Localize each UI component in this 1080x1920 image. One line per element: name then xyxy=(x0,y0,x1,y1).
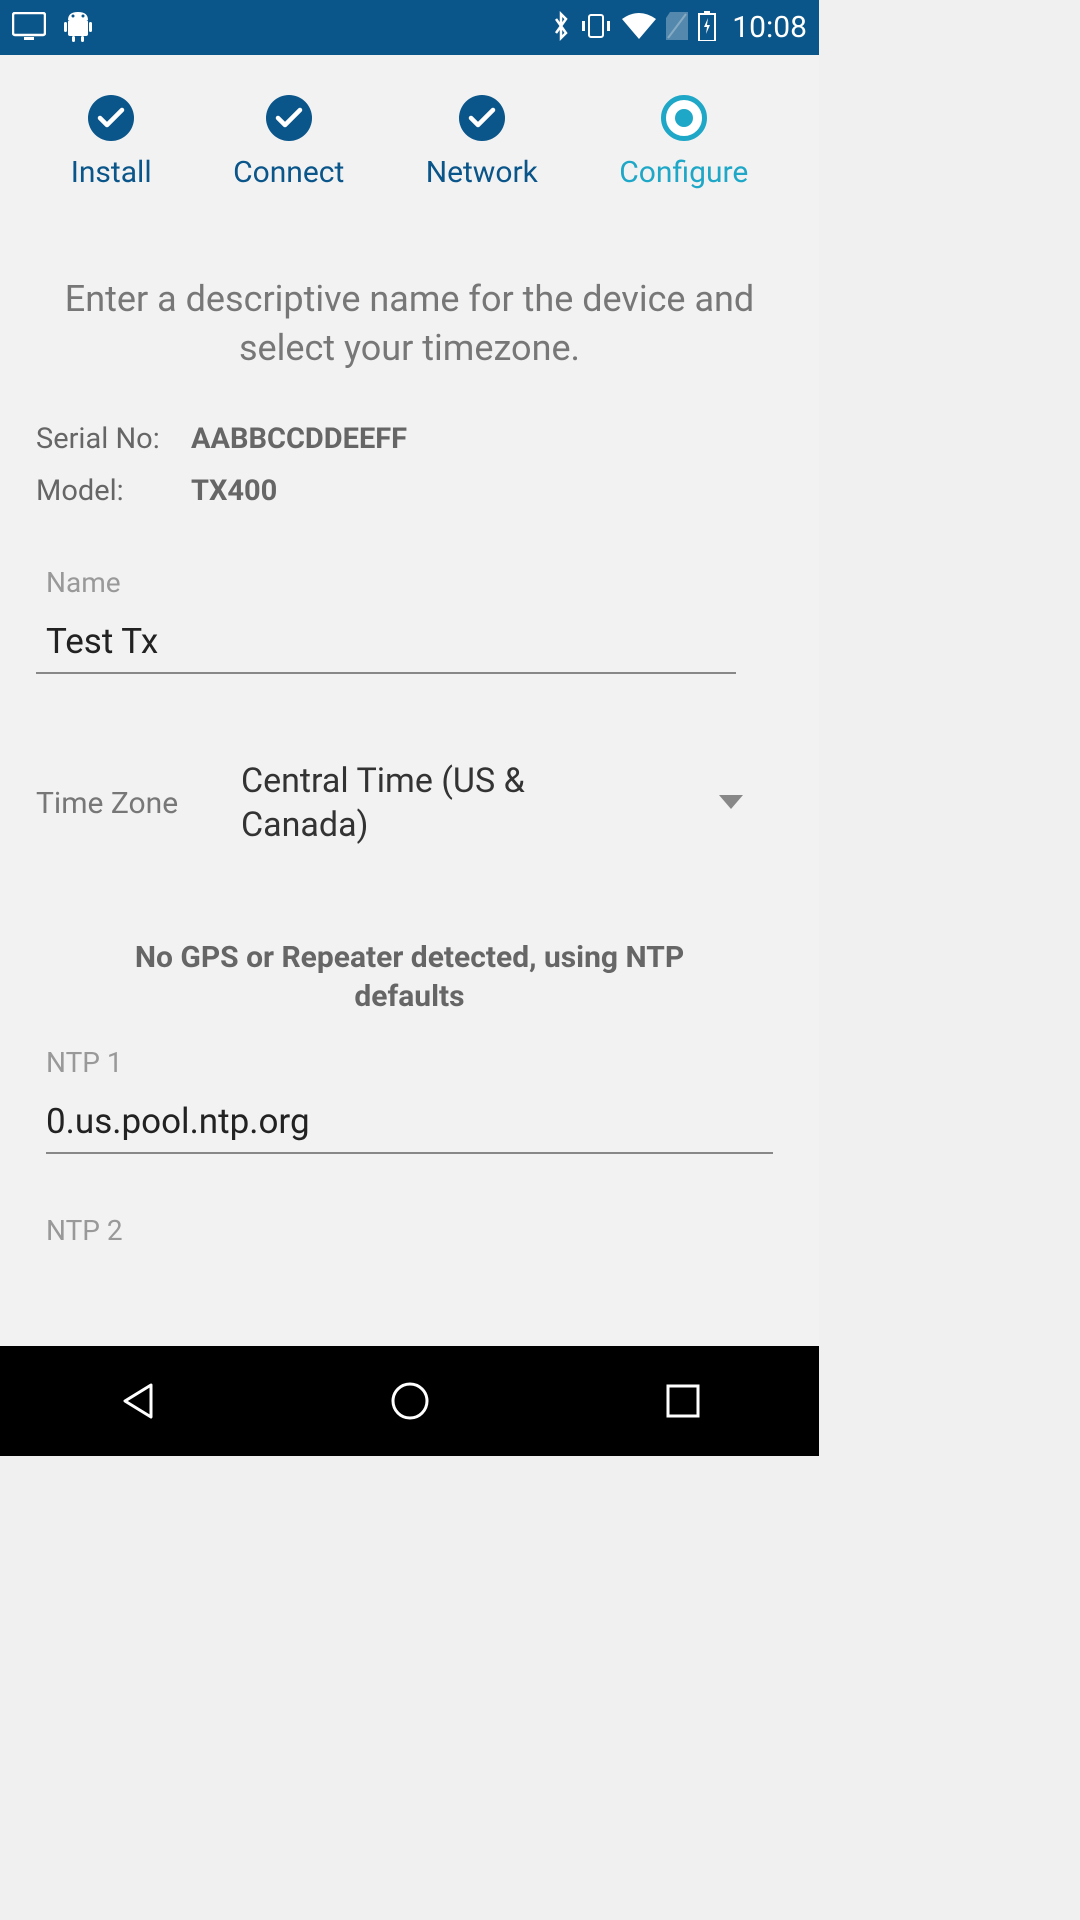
wifi-icon xyxy=(622,13,656,43)
vibrate-icon xyxy=(580,13,612,43)
ntp1-input[interactable] xyxy=(46,1095,773,1154)
back-button[interactable] xyxy=(113,1377,161,1425)
timezone-label: Time Zone xyxy=(36,786,241,821)
check-icon xyxy=(266,95,312,141)
timezone-value: Central Time (US & Canada) xyxy=(241,759,581,847)
model-row: Model: TX400 xyxy=(36,474,783,508)
name-field-section: Name xyxy=(0,526,819,674)
ntp1-field: NTP 1 xyxy=(46,1046,773,1154)
timezone-select[interactable]: Central Time (US & Canada) xyxy=(241,759,783,847)
sim-icon xyxy=(666,12,688,44)
serial-value: AABBCCDDEEFF xyxy=(191,422,407,456)
android-icon xyxy=(64,10,92,46)
ntp2-field: NTP 2 xyxy=(46,1214,773,1247)
check-icon xyxy=(459,95,505,141)
name-label: Name xyxy=(36,566,783,599)
home-button[interactable] xyxy=(386,1377,434,1425)
content-area: Install Connect Network Configure Enter … xyxy=(0,55,819,1346)
step-install[interactable]: Install xyxy=(71,95,152,190)
navigation-bar xyxy=(0,1346,819,1456)
step-label: Connect xyxy=(233,155,344,190)
ntp-notice: No GPS or Repeater detected, using NTP d… xyxy=(0,848,819,1046)
check-icon xyxy=(88,95,134,141)
recent-apps-button[interactable] xyxy=(659,1377,707,1425)
ntp2-label: NTP 2 xyxy=(46,1214,773,1247)
battery-icon xyxy=(698,11,716,45)
step-connect[interactable]: Connect xyxy=(233,95,344,190)
step-label: Network xyxy=(426,155,538,190)
serial-label: Serial No: xyxy=(36,422,191,456)
step-network[interactable]: Network xyxy=(426,95,538,190)
status-bar: 10:08 xyxy=(0,0,819,55)
step-label: Install xyxy=(71,155,152,190)
ntp-section: NTP 1 NTP 2 xyxy=(0,1046,819,1307)
name-input[interactable] xyxy=(36,615,736,674)
step-configure[interactable]: Configure xyxy=(619,95,748,190)
model-value: TX400 xyxy=(191,474,277,508)
model-label: Model: xyxy=(36,474,191,508)
step-label: Configure xyxy=(619,155,748,190)
chevron-down-icon xyxy=(719,794,743,813)
instruction-text: Enter a descriptive name for the device … xyxy=(0,220,819,422)
bluetooth-icon xyxy=(552,11,570,45)
device-info: Serial No: AABBCCDDEEFF Model: TX400 xyxy=(0,422,819,526)
cast-icon xyxy=(12,12,46,44)
setup-stepper: Install Connect Network Configure xyxy=(0,55,819,220)
serial-row: Serial No: AABBCCDDEEFF xyxy=(36,422,783,456)
timezone-section: Time Zone Central Time (US & Canada) xyxy=(0,674,819,847)
current-step-icon xyxy=(661,95,707,141)
status-time: 10:08 xyxy=(732,10,807,45)
ntp1-label: NTP 1 xyxy=(46,1046,773,1079)
